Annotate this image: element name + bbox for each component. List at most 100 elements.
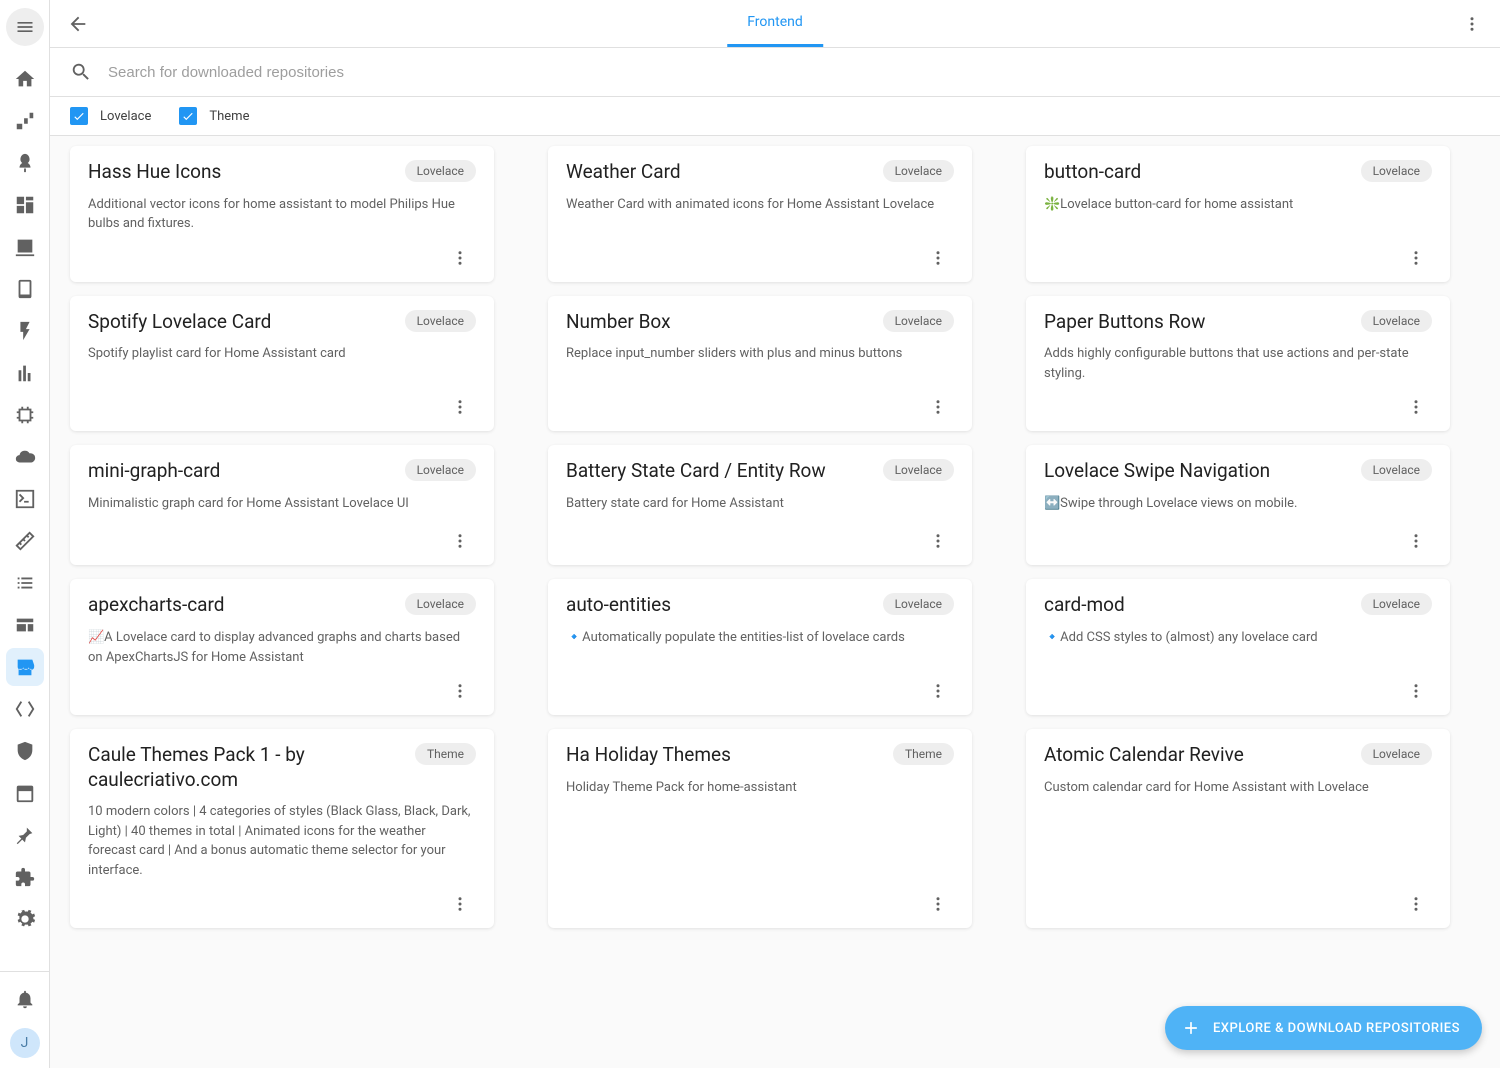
card-description: Weather Card with animated icons for Hom… [566, 195, 954, 215]
card-description: Battery state card for Home Assistant [566, 494, 954, 514]
nav-pin-icon[interactable] [6, 816, 44, 854]
card-title: Caule Themes Pack 1 - by caulecriativo.c… [88, 743, 403, 792]
card-badge: Lovelace [883, 593, 954, 615]
card-more-button[interactable] [1400, 888, 1432, 920]
card-more-button[interactable] [444, 888, 476, 920]
card-more-button[interactable] [444, 675, 476, 707]
user-avatar[interactable]: J [10, 1028, 40, 1058]
card-more-button[interactable] [922, 391, 954, 423]
repo-card[interactable]: Atomic Calendar Revive Lovelace Custom c… [1026, 729, 1450, 928]
card-description: Holiday Theme Pack for home-assistant [566, 778, 954, 798]
card-badge: Lovelace [1361, 593, 1432, 615]
repo-card[interactable]: auto-entities Lovelace 🔹Automatically po… [548, 579, 972, 715]
card-more-button[interactable] [444, 242, 476, 274]
nav-tree-icon[interactable] [6, 144, 44, 182]
repo-card[interactable]: Ha Holiday Themes Theme Holiday Theme Pa… [548, 729, 972, 928]
card-badge: Lovelace [883, 160, 954, 182]
repo-card[interactable]: Number Box Lovelace Replace input_number… [548, 296, 972, 432]
search-input[interactable] [108, 64, 1480, 81]
card-more-button[interactable] [922, 675, 954, 707]
nav-list-icon[interactable] [6, 564, 44, 602]
fab-label: EXPLORE & DOWNLOAD REPOSITORIES [1213, 1021, 1460, 1036]
tab-frontend[interactable]: Frontend [727, 0, 823, 47]
card-more-button[interactable] [1400, 391, 1432, 423]
nav-layout-icon[interactable] [6, 606, 44, 644]
card-more-button[interactable] [1400, 242, 1432, 274]
card-description: ❇️Lovelace button-card for home assistan… [1044, 195, 1432, 215]
card-badge: Lovelace [1361, 459, 1432, 481]
card-title: button-card [1044, 160, 1141, 185]
card-title: Lovelace Swipe Navigation [1044, 459, 1270, 484]
filter-lovelace-label: Lovelace [100, 109, 151, 124]
repo-card[interactable]: mini-graph-card Lovelace Minimalistic gr… [70, 445, 494, 565]
card-badge: Lovelace [405, 593, 476, 615]
back-button[interactable] [58, 4, 98, 44]
nav-code-icon[interactable] [6, 690, 44, 728]
nav-bell-icon[interactable] [6, 980, 44, 1018]
card-description: Minimalistic graph card for Home Assista… [88, 494, 476, 514]
card-more-button[interactable] [922, 525, 954, 557]
card-description: Spotify playlist card for Home Assistant… [88, 344, 476, 364]
card-badge: Lovelace [1361, 310, 1432, 332]
nav-chip-icon[interactable] [6, 396, 44, 434]
card-description: 🔹Add CSS styles to (almost) any lovelace… [1044, 628, 1432, 648]
card-badge: Lovelace [405, 160, 476, 182]
card-title: apexcharts-card [88, 593, 225, 618]
repo-card[interactable]: Battery State Card / Entity Row Lovelace… [548, 445, 972, 565]
nav-chart-icon[interactable] [6, 354, 44, 392]
nav-home-icon[interactable] [6, 60, 44, 98]
card-more-button[interactable] [1400, 525, 1432, 557]
nav-puzzle-icon[interactable] [6, 858, 44, 896]
card-more-button[interactable] [444, 525, 476, 557]
repo-card[interactable]: Paper Buttons Row Lovelace Adds highly c… [1026, 296, 1450, 432]
repo-card[interactable]: Lovelace Swipe Navigation Lovelace ↔️Swi… [1026, 445, 1450, 565]
nav-calendar-icon[interactable] [6, 774, 44, 812]
nav-console-icon[interactable] [6, 480, 44, 518]
card-title: card-mod [1044, 593, 1125, 618]
filter-row: Lovelace Theme [50, 96, 1500, 136]
card-title: Battery State Card / Entity Row [566, 459, 826, 484]
card-description: 10 modern colors | 4 categories of style… [88, 802, 476, 880]
repo-card[interactable]: Caule Themes Pack 1 - by caulecriativo.c… [70, 729, 494, 928]
menu-button[interactable] [6, 8, 44, 46]
nav-cloud-icon[interactable] [6, 438, 44, 476]
filter-lovelace-checkbox[interactable] [70, 107, 88, 125]
header-more-button[interactable] [1452, 4, 1492, 44]
repo-card[interactable]: button-card Lovelace ❇️Lovelace button-c… [1026, 146, 1450, 282]
nav-ruler-icon[interactable] [6, 522, 44, 560]
card-badge: Theme [415, 743, 476, 765]
sidebar: J [0, 0, 50, 1068]
explore-fab[interactable]: EXPLORE & DOWNLOAD REPOSITORIES [1165, 1006, 1482, 1050]
nav-shield-icon[interactable] [6, 732, 44, 770]
nav-store-icon[interactable] [6, 648, 44, 686]
repo-card[interactable]: card-mod Lovelace 🔹Add CSS styles to (al… [1026, 579, 1450, 715]
card-badge: Lovelace [405, 459, 476, 481]
header: Frontend [50, 0, 1500, 48]
card-more-button[interactable] [444, 391, 476, 423]
card-title: Ha Holiday Themes [566, 743, 731, 768]
card-description: 📈A Lovelace card to display advanced gra… [88, 628, 476, 667]
repo-card[interactable]: apexcharts-card Lovelace 📈A Lovelace car… [70, 579, 494, 715]
card-title: auto-entities [566, 593, 671, 618]
card-more-button[interactable] [1400, 675, 1432, 707]
nav-tablet-icon[interactable] [6, 228, 44, 266]
card-description: Adds highly configurable buttons that us… [1044, 344, 1432, 383]
repo-card[interactable]: Hass Hue Icons Lovelace Additional vecto… [70, 146, 494, 282]
nav-dashboard-icon[interactable] [6, 186, 44, 224]
card-badge: Lovelace [883, 310, 954, 332]
card-description: ↔️Swipe through Lovelace views on mobile… [1044, 494, 1432, 514]
card-more-button[interactable] [922, 888, 954, 920]
repo-card[interactable]: Weather Card Lovelace Weather Card with … [548, 146, 972, 282]
nav-stairs-icon[interactable] [6, 102, 44, 140]
repo-card[interactable]: Spotify Lovelace Card Lovelace Spotify p… [70, 296, 494, 432]
plus-icon [1181, 1018, 1201, 1038]
filter-theme-checkbox[interactable] [179, 107, 197, 125]
card-title: Hass Hue Icons [88, 160, 221, 185]
nav-phone-icon[interactable] [6, 270, 44, 308]
nav-flash-icon[interactable] [6, 312, 44, 350]
card-badge: Theme [893, 743, 954, 765]
card-description: Additional vector icons for home assista… [88, 195, 476, 234]
card-more-button[interactable] [922, 242, 954, 274]
nav-cog-icon[interactable] [6, 900, 44, 938]
card-title: mini-graph-card [88, 459, 220, 484]
